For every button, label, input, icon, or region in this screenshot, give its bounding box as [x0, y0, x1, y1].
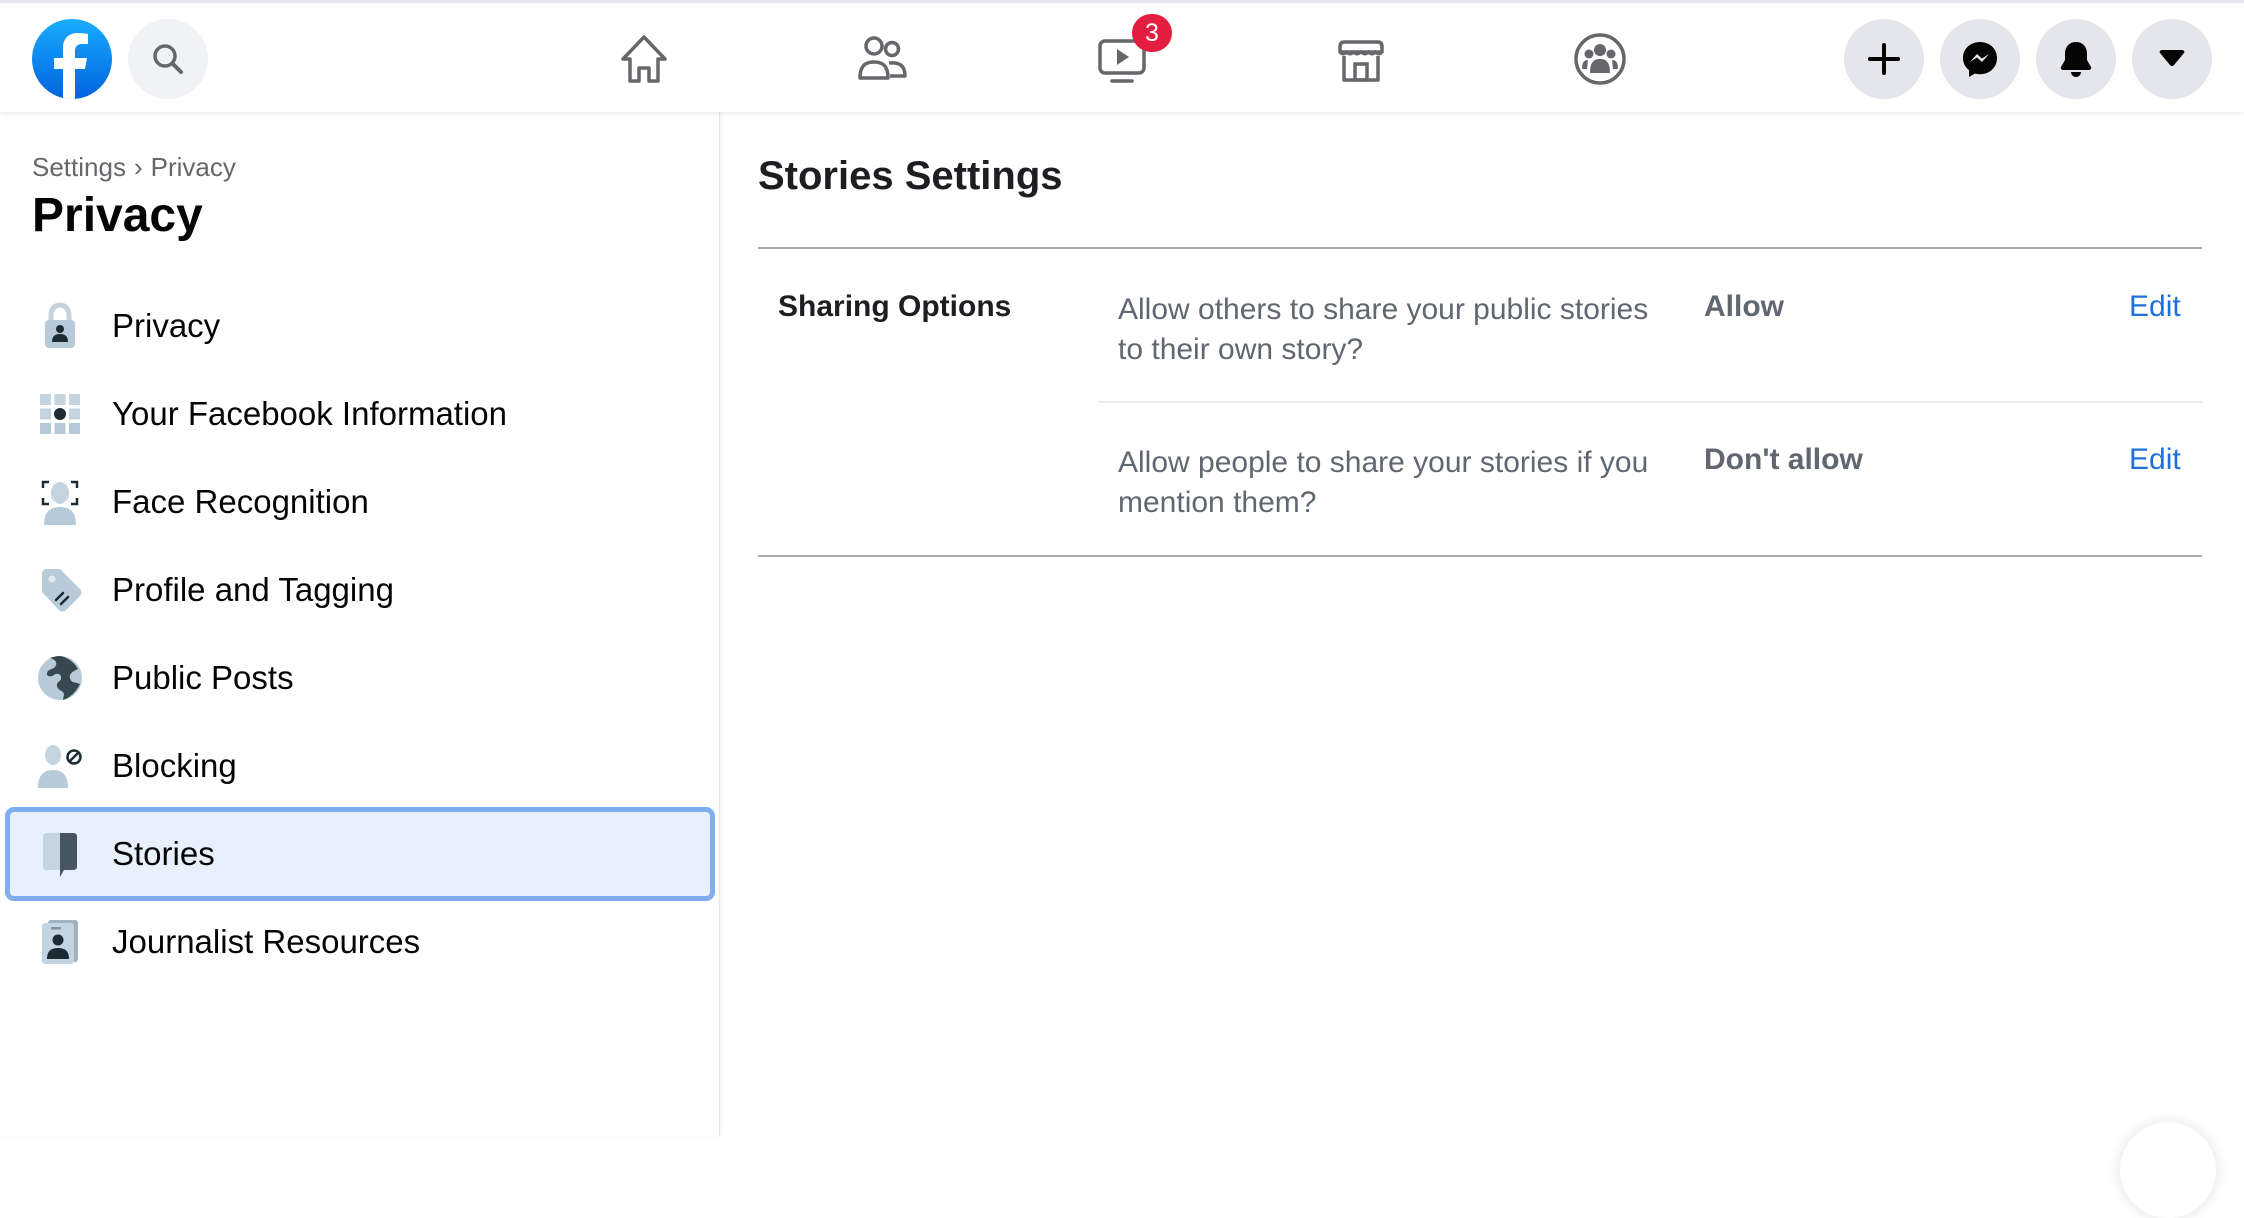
section-label-sharing-options: Sharing Options [778, 290, 1011, 324]
messenger-icon [1961, 40, 1999, 78]
sidebar-item-label: Profile and Tagging [112, 571, 394, 609]
id-badge-icon [36, 918, 84, 966]
settings-content: Stories Settings Sharing Options Allow o… [721, 112, 2244, 1136]
breadcrumb-settings-link[interactable]: Settings [32, 152, 126, 182]
search-icon [151, 42, 185, 76]
sidebar-title: Privacy [32, 188, 203, 243]
section-divider-top [758, 247, 2202, 249]
block-user-icon [36, 742, 84, 790]
home-icon [617, 32, 671, 86]
sidebar-item-label: Face Recognition [112, 483, 369, 521]
settings-sidebar: Settings › Privacy Privacy Privacy Your Fa… [0, 112, 720, 1136]
page-title: Stories Settings [758, 154, 1063, 199]
sidebar-item-label: Journalist Resources [112, 923, 420, 961]
section-divider-bottom [758, 555, 2202, 557]
marketplace-store-icon [1334, 32, 1388, 86]
search-button[interactable] [128, 19, 208, 99]
edit-share-public-stories-button[interactable]: Edit [2129, 290, 2181, 324]
caret-down-icon [2157, 49, 2187, 69]
sidebar-menu: Privacy Your Facebook Information Face R [8, 282, 712, 986]
nav-groups[interactable] [1560, 19, 1640, 99]
friends-icon [855, 32, 911, 86]
nav-friends[interactable] [843, 19, 923, 99]
sidebar-item-label: Your Facebook Information [112, 395, 507, 433]
messenger-button[interactable] [1940, 19, 2020, 99]
account-menu-button[interactable] [2132, 19, 2212, 99]
sidebar-item-profile-and-tagging[interactable]: Profile and Tagging [8, 546, 712, 634]
top-navigation-bar: 3 [0, 0, 2244, 112]
tag-icon [36, 566, 84, 614]
nav-marketplace[interactable] [1321, 19, 1401, 99]
sidebar-item-stories[interactable]: Stories [8, 810, 712, 898]
breadcrumb: Settings › Privacy [32, 152, 236, 183]
notifications-button[interactable] [2036, 19, 2116, 99]
floating-action-button[interactable] [2120, 1122, 2216, 1218]
facebook-f-icon [32, 19, 112, 99]
sidebar-item-public-posts[interactable]: Public Posts [8, 634, 712, 722]
edit-share-mentioned-stories-button[interactable]: Edit [2129, 443, 2181, 477]
setting-question: Allow others to share your public storie… [1118, 290, 1678, 370]
groups-icon [1572, 31, 1628, 87]
sidebar-item-label: Privacy [112, 307, 220, 345]
setting-question: Allow people to share your stories if yo… [1118, 443, 1678, 523]
create-button[interactable] [1844, 19, 1924, 99]
nav-home[interactable] [604, 19, 684, 99]
face-recognition-icon [36, 478, 84, 526]
setting-value: Don't allow [1704, 443, 1863, 477]
plus-icon [1867, 42, 1901, 76]
stories-book-icon [36, 830, 84, 878]
bell-icon [2058, 40, 2094, 78]
sidebar-item-label: Blocking [112, 747, 237, 785]
sidebar-item-label: Stories [112, 835, 215, 873]
sidebar-item-journalist-resources[interactable]: Journalist Resources [8, 898, 712, 986]
sidebar-item-label: Public Posts [112, 659, 294, 697]
sidebar-item-blocking[interactable]: Blocking [8, 722, 712, 810]
globe-icon [36, 654, 84, 702]
row-divider [1098, 401, 2202, 403]
setting-value: Allow [1704, 290, 1784, 324]
sidebar-item-your-facebook-information[interactable]: Your Facebook Information [8, 370, 712, 458]
breadcrumb-privacy-link[interactable]: Privacy [151, 152, 236, 182]
lock-icon [36, 302, 84, 350]
info-grid-icon [36, 390, 84, 438]
sidebar-item-face-recognition[interactable]: Face Recognition [8, 458, 712, 546]
breadcrumb-separator: › [134, 152, 143, 182]
facebook-logo[interactable] [32, 19, 112, 99]
sidebar-item-privacy[interactable]: Privacy [8, 282, 712, 370]
watch-notification-badge: 3 [1132, 14, 1172, 52]
